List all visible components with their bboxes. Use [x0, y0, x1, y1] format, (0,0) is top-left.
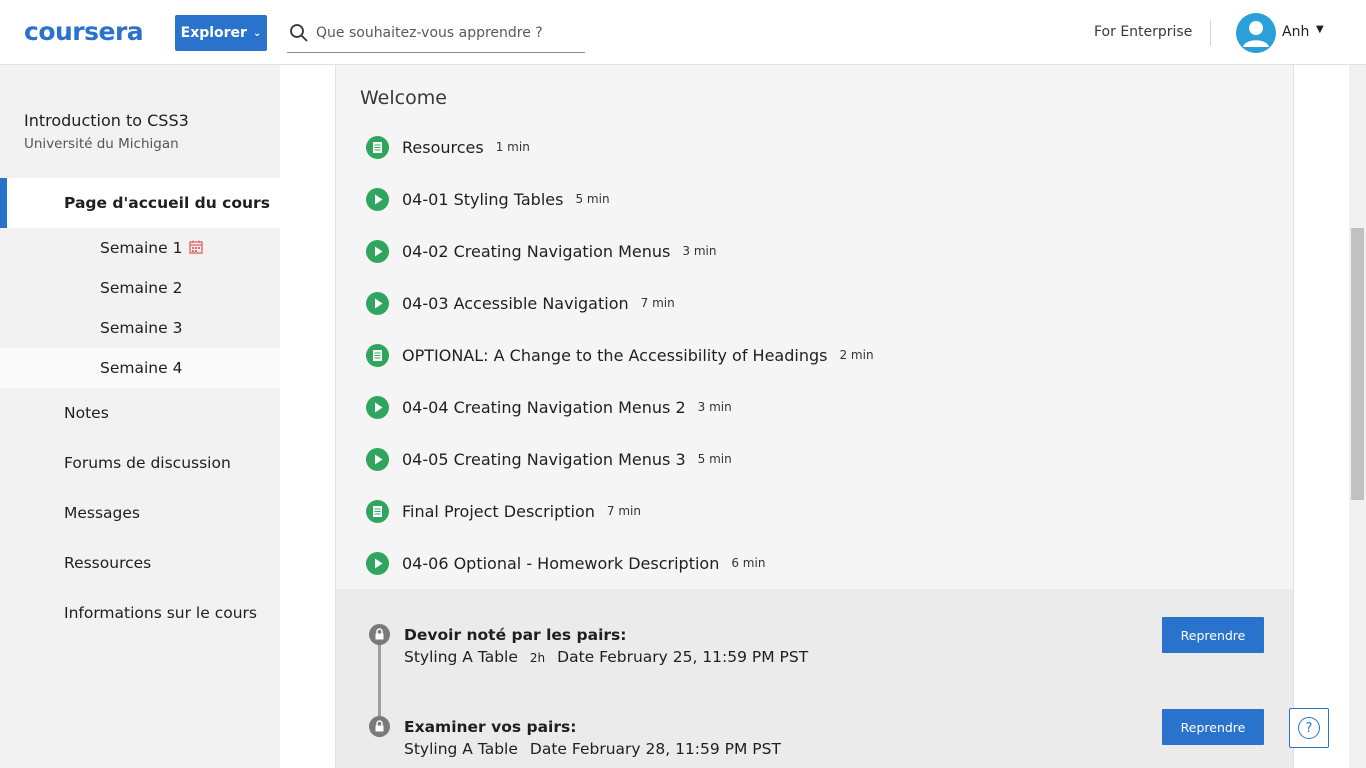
sidebar-item-week-3[interactable]: Semaine 3 — [0, 308, 280, 348]
active-indicator — [0, 178, 7, 228]
lesson-duration: 5 min — [575, 192, 610, 206]
sidebar-item-label: Semaine 3 — [100, 319, 183, 337]
lesson-duration: 3 min — [697, 400, 732, 414]
lesson-duration: 6 min — [731, 556, 766, 570]
play-icon — [366, 447, 389, 471]
lesson-item[interactable]: Final Project Description 7 min — [366, 498, 641, 524]
play-icon — [366, 187, 389, 211]
sidebar-item-week-4[interactable]: Semaine 4 — [0, 348, 280, 388]
lesson-duration: 3 min — [682, 244, 717, 258]
play-icon — [366, 551, 389, 575]
assignment-meta: Styling A Table 2h Date February 25, 11:… — [404, 648, 808, 666]
lesson-title: Resources — [402, 137, 484, 157]
assignment-due-date: Date February 28, 11:59 PM PST — [529, 740, 781, 758]
sidebar-item-messages[interactable]: Messages — [64, 504, 140, 522]
assignment-due-date: Date February 25, 11:59 PM PST — [557, 648, 809, 666]
lesson-item[interactable]: 04-01 Styling Tables 5 min — [366, 186, 610, 212]
sidebar-item-course-info[interactable]: Informations sur le cours — [64, 604, 257, 622]
sidebar-item-forums[interactable]: Forums de discussion — [64, 454, 231, 472]
explore-button[interactable]: Explorer ⌄ — [175, 15, 267, 51]
lesson-title: 04-03 Accessible Navigation — [402, 293, 629, 313]
help-icon: ? — [1298, 717, 1320, 739]
section-title: Welcome — [360, 87, 447, 109]
lesson-title: 04-02 Creating Navigation Menus — [402, 241, 671, 261]
reading-icon — [366, 135, 389, 159]
lesson-duration: 7 min — [640, 296, 675, 310]
lesson-item[interactable]: OPTIONAL: A Change to the Accessibility … — [366, 342, 874, 368]
lesson-item[interactable]: 04-04 Creating Navigation Menus 2 3 min — [366, 394, 732, 420]
help-button[interactable]: ? — [1289, 708, 1329, 748]
lesson-duration: 1 min — [495, 140, 530, 154]
calendar-icon — [189, 240, 203, 254]
chevron-down-icon: ⌄ — [252, 27, 262, 39]
lesson-duration: 5 min — [697, 452, 732, 466]
lesson-item[interactable]: 04-05 Creating Navigation Menus 3 5 min — [366, 446, 732, 472]
caret-down-icon[interactable]: ▼ — [1316, 24, 1324, 35]
header-divider — [1210, 20, 1211, 46]
sidebar-item-label: Semaine 2 — [100, 279, 183, 297]
user-avatar-icon[interactable] — [1236, 13, 1276, 53]
coursera-logo[interactable]: coursera — [24, 17, 144, 46]
play-icon — [366, 395, 389, 419]
course-university: Université du Michigan — [24, 136, 179, 152]
lesson-title: 04-06 Optional - Homework Description — [402, 553, 720, 573]
play-icon — [366, 239, 389, 263]
lesson-title: 04-04 Creating Navigation Menus 2 — [402, 397, 686, 417]
play-icon — [366, 291, 389, 315]
lesson-item[interactable]: 04-06 Optional - Homework Description 6 … — [366, 550, 765, 576]
assignment-hours: 2h — [529, 651, 546, 665]
sidebar-item-week-2[interactable]: Semaine 2 — [0, 268, 280, 308]
timeline-line — [378, 636, 381, 728]
search-input[interactable] — [316, 25, 576, 41]
lesson-list-card: Welcome Resources 1 min 04-01 Styling Ta… — [335, 65, 1294, 589]
sidebar-item-label: Semaine 1 — [100, 239, 183, 257]
sidebar-item-notes[interactable]: Notes — [64, 404, 109, 422]
course-sidebar: Introduction to CSS3 Université du Michi… — [0, 65, 280, 768]
assignments-box: Devoir noté par les pairs: Styling A Tab… — [335, 589, 1294, 768]
user-name[interactable]: Anh — [1282, 24, 1309, 40]
reading-icon — [366, 499, 389, 523]
lesson-title: 04-01 Styling Tables — [402, 189, 564, 209]
assignment-name[interactable]: Styling A Table — [404, 740, 518, 758]
for-enterprise-link[interactable]: For Enterprise — [1094, 24, 1192, 40]
course-title[interactable]: Introduction to CSS3 — [24, 111, 189, 130]
assignment-name[interactable]: Styling A Table — [404, 648, 518, 666]
sidebar-item-label: Page d'accueil du cours — [64, 194, 270, 212]
sidebar-item-course-home[interactable]: Page d'accueil du cours — [0, 178, 280, 228]
lesson-title: Final Project Description — [402, 501, 595, 521]
search-icon — [290, 24, 308, 42]
sidebar-item-resources[interactable]: Ressources — [64, 554, 151, 572]
lock-icon — [369, 716, 390, 737]
assignment-title: Devoir noté par les pairs: — [404, 626, 627, 644]
lesson-duration: 7 min — [606, 504, 641, 518]
sidebar-item-week-1[interactable]: Semaine 1 — [0, 228, 280, 268]
scrollbar-thumb[interactable] — [1351, 228, 1364, 500]
top-header: coursera Explorer ⌄ For Enterprise Anh ▼ — [0, 0, 1366, 65]
resume-button[interactable]: Reprendre — [1162, 709, 1264, 745]
explore-label: Explorer — [180, 25, 247, 41]
lesson-duration: 2 min — [839, 348, 874, 362]
lesson-title: OPTIONAL: A Change to the Accessibility … — [402, 345, 828, 365]
lesson-item[interactable]: Resources 1 min — [366, 134, 530, 160]
lock-icon — [369, 624, 390, 645]
lesson-item[interactable]: 04-03 Accessible Navigation 7 min — [366, 290, 675, 316]
lesson-title: 04-05 Creating Navigation Menus 3 — [402, 449, 686, 469]
resume-button[interactable]: Reprendre — [1162, 617, 1264, 653]
reading-icon — [366, 343, 389, 367]
assignment-meta: Styling A Table Date February 28, 11:59 … — [404, 740, 781, 758]
lesson-item[interactable]: 04-02 Creating Navigation Menus 3 min — [366, 238, 716, 264]
search-bar — [287, 14, 585, 53]
assignment-title: Examiner vos pairs: — [404, 718, 577, 736]
sidebar-item-label: Semaine 4 — [100, 359, 183, 377]
